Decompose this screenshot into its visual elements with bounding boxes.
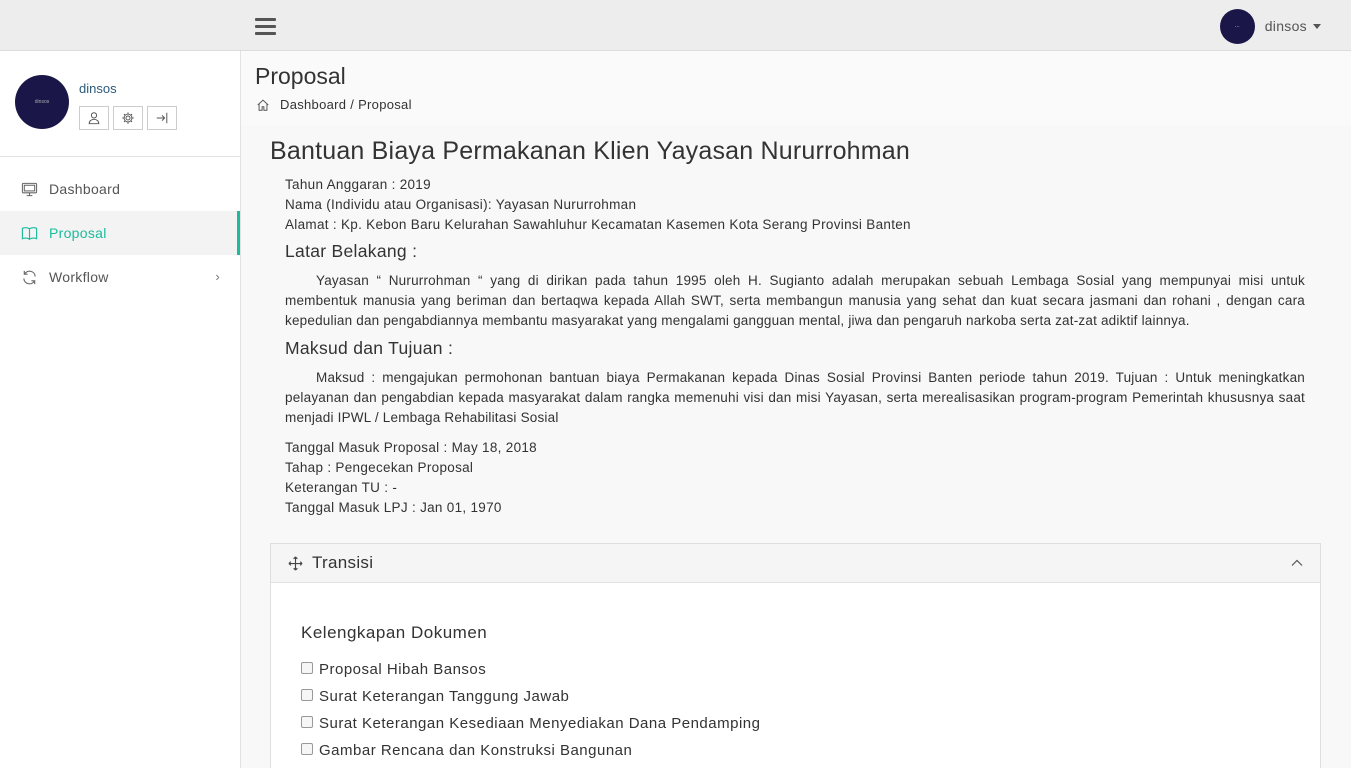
proposal-title: Bantuan Biaya Permakanan Klien Yayasan N… — [270, 137, 911, 165]
panel-title: Transisi — [312, 553, 374, 572]
sidebar-item-workflow[interactable]: Workflow › — [0, 255, 240, 299]
logout-icon — [156, 112, 168, 124]
user-menu-dropdown[interactable]: ... dinsos — [1219, 8, 1321, 44]
user-icon — [88, 112, 100, 125]
profile-button[interactable] — [79, 106, 109, 130]
alamat: Alamat : Kp. Kebon Baru Kelurahan Sawahl… — [285, 217, 911, 232]
chevron-up-icon[interactable] — [1290, 556, 1304, 570]
tahap: Tahap : Pengecekan Proposal — [285, 460, 474, 475]
keterangan-tu: Keterangan TU : - — [285, 480, 398, 495]
user-menu-username: dinsos — [1264, 18, 1307, 34]
top-navbar: ... dinsos — [0, 0, 1351, 51]
move-icon — [288, 556, 303, 570]
book-icon — [21, 226, 38, 240]
refresh-icon — [23, 270, 36, 284]
tahun-anggaran: Tahun Anggaran : 2019 — [285, 177, 431, 192]
hamburger-line — [255, 18, 276, 21]
maksud-tujuan-heading: Maksud dan Tujuan : — [285, 338, 454, 358]
logout-button[interactable] — [147, 106, 177, 130]
settings-button[interactable] — [113, 106, 143, 130]
transisi-panel-header[interactable]: Transisi — [271, 544, 1320, 583]
sidebar-item-label: Workflow — [49, 269, 109, 285]
home-icon — [257, 99, 269, 111]
document-label: Surat Keterangan Tanggung Jawab — [319, 688, 570, 705]
document-label: Surat Keterangan Kesediaan Menyediakan D… — [319, 715, 761, 732]
sidebar-profile: dinsos dinsos — [0, 51, 240, 157]
sidebar: dinsos dinsos Dashboard Proposal Workflo… — [0, 51, 241, 768]
breadcrumb-current: Proposal — [358, 97, 412, 112]
sidebar-item-dashboard[interactable]: Dashboard — [0, 167, 240, 211]
document-checkbox[interactable] — [301, 742, 313, 755]
document-checkbox-row: Surat Keterangan Kesediaan Menyediakan D… — [301, 710, 1290, 737]
caret-down-icon — [1313, 23, 1321, 29]
kelengkapan-dokumen-title: Kelengkapan Dokumen — [301, 623, 488, 642]
hamburger-line — [255, 32, 276, 35]
document-checkbox[interactable] — [301, 688, 313, 701]
breadcrumb: Dashboard / Proposal — [256, 97, 412, 112]
sidebar-item-label: Proposal — [49, 225, 107, 241]
profile-tools — [79, 106, 181, 130]
proposal-meta: Tanggal Masuk Proposal : May 18, 2018 Ta… — [285, 438, 537, 518]
latar-belakang-heading: Latar Belakang : — [285, 241, 418, 261]
avatar-text: ... — [1234, 23, 1240, 29]
profile-name[interactable]: dinsos — [79, 81, 117, 96]
profile-avatar: dinsos — [15, 75, 69, 129]
document-checkbox-row: Gambar Rencana dan Konstruksi Bangunan — [301, 737, 1290, 764]
breadcrumb-home-link[interactable]: Dashboard — [280, 97, 346, 112]
document-label: Proposal Hibah Bansos — [319, 661, 487, 678]
transisi-panel-body: Kelengkapan Dokumen Proposal Hibah Banso… — [271, 583, 1320, 764]
monitor-icon — [21, 182, 38, 196]
breadcrumb-separator: / — [346, 97, 359, 112]
document-checkbox-row: Proposal Hibah Bansos — [301, 656, 1290, 683]
avatar: ... — [1219, 8, 1255, 44]
sidebar-nav: Dashboard Proposal Workflow › — [0, 167, 240, 299]
menu-toggle-button[interactable] — [255, 18, 276, 36]
gear-icon — [122, 112, 134, 124]
document-label: Gambar Rencana dan Konstruksi Bangunan — [319, 742, 633, 759]
page-title: Proposal — [255, 63, 346, 89]
main-content: Bantuan Biaya Permakanan Klien Yayasan N… — [241, 125, 1351, 768]
sidebar-item-label: Dashboard — [49, 181, 121, 197]
maksud-tujuan-text: Maksud : mengajukan permohonan bantuan b… — [285, 370, 1305, 425]
tanggal-masuk-proposal: Tanggal Masuk Proposal : May 18, 2018 — [285, 440, 537, 455]
tanggal-masuk-lpj: Tanggal Masuk LPJ : Jan 01, 1970 — [285, 500, 502, 515]
document-checkbox-row: Surat Keterangan Tanggung Jawab — [301, 683, 1290, 710]
proposal-info: Tahun Anggaran : 2019 Nama (Individu ata… — [285, 175, 911, 235]
nama-organisasi: Nama (Individu atau Organisasi): Yayasan… — [285, 197, 637, 212]
transisi-panel: Transisi Kelengkapan Dokumen Proposal Hi… — [270, 543, 1321, 768]
hamburger-line — [255, 25, 276, 28]
chevron-right-icon: › — [215, 269, 220, 284]
document-checkbox[interactable] — [301, 715, 313, 728]
latar-belakang-text: Yayasan “ Nururrohman “ yang di dirikan … — [285, 273, 1305, 328]
avatar-text: dinsos — [34, 99, 50, 105]
document-checkbox[interactable] — [301, 661, 313, 674]
sidebar-item-proposal[interactable]: Proposal — [0, 211, 240, 255]
